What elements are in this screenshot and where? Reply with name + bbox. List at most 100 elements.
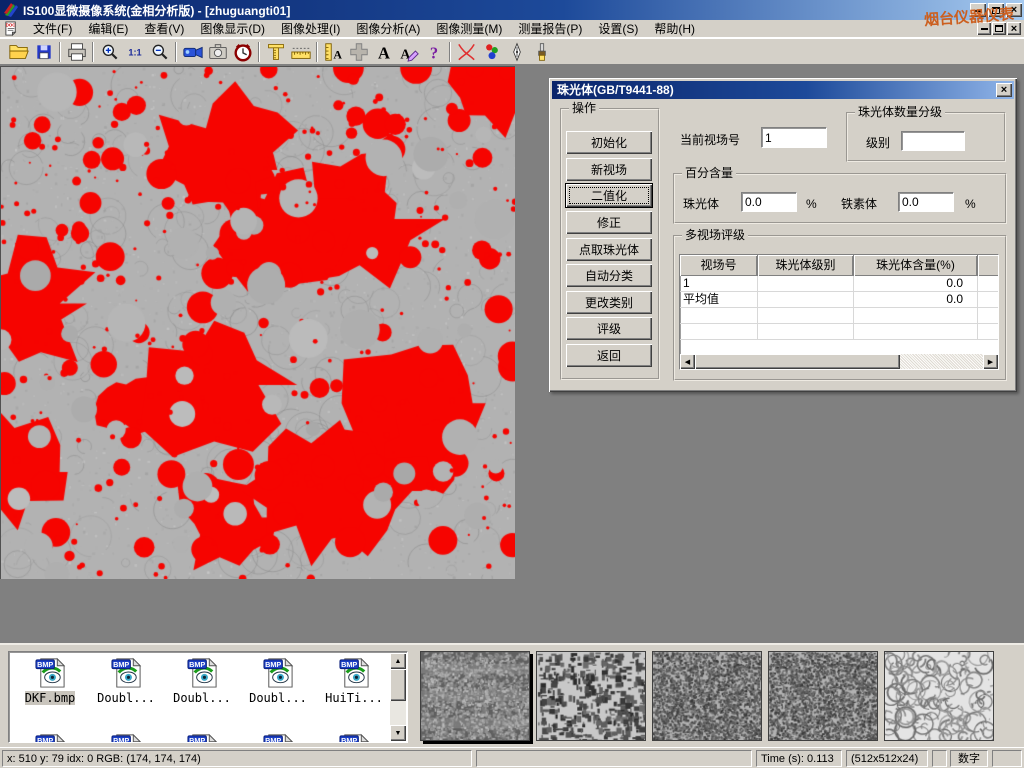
restore-button[interactable] <box>988 3 1004 17</box>
table-row[interactable] <box>680 308 998 324</box>
file-name[interactable]: DKF.bmp <box>25 691 76 705</box>
correct-button[interactable]: 修正 <box>566 211 652 234</box>
timer-button[interactable] <box>230 40 255 64</box>
percent-sign: % <box>806 197 817 211</box>
snapshot-button[interactable] <box>205 40 230 64</box>
table-row[interactable]: 平均值 0.0 <box>680 292 998 308</box>
status-time: Time (s): 0.113 <box>756 750 842 767</box>
file-name[interactable]: HuiTi... <box>325 691 383 705</box>
close-button[interactable]: × <box>1006 3 1022 17</box>
scroll-right-button[interactable]: ▶ <box>983 354 998 369</box>
col-header-ferrite[interactable]: 铁素体 <box>978 255 999 276</box>
new-field-button[interactable]: 新视场 <box>566 158 652 181</box>
menu-help[interactable]: 帮助(H) <box>646 20 703 38</box>
binarize-button[interactable]: 二值化 <box>566 184 652 207</box>
dialog-close-button[interactable]: × <box>996 83 1012 97</box>
scroll-up-button[interactable]: ▲ <box>390 653 406 669</box>
menu-image-analysis[interactable]: 图像分析(A) <box>348 20 428 38</box>
file-item[interactable]: Doubl... <box>241 656 315 705</box>
scroll-left-button[interactable]: ◀ <box>680 354 695 369</box>
rating-table[interactable]: 视场号 珠光体级别 珠光体含量(%) 铁素体 1 0.0 平均值 0.0 <box>679 254 999 370</box>
minimize-button[interactable] <box>970 3 986 17</box>
zoom-in-button[interactable] <box>97 40 122 64</box>
zoom-out-button[interactable] <box>147 40 172 64</box>
thumbnail[interactable] <box>768 651 878 741</box>
file-item[interactable] <box>241 732 315 743</box>
init-button[interactable]: 初始化 <box>566 131 652 154</box>
metallograph-binarized-image[interactable] <box>0 66 515 579</box>
col-header-pearlite[interactable]: 珠光体含量(%) <box>854 255 978 276</box>
cell: 0.0 <box>854 276 978 291</box>
operation-group-label: 操作 <box>569 101 599 115</box>
open-button[interactable] <box>6 40 31 64</box>
current-field-input[interactable] <box>761 127 827 148</box>
table-row[interactable]: 1 0.0 <box>680 276 998 292</box>
scrollbar-thumb[interactable] <box>695 354 900 369</box>
table-row[interactable] <box>680 324 998 340</box>
live-video-button[interactable] <box>180 40 205 64</box>
menu-bar: DOC 文件(F) 编辑(E) 查看(V) 图像显示(D) 图像处理(I) 图像… <box>0 20 1024 38</box>
ferrite-percent-input[interactable] <box>898 192 954 212</box>
thumbnail[interactable] <box>536 651 646 741</box>
curve-tool-icon <box>455 40 478 64</box>
grade-input[interactable] <box>901 131 965 151</box>
return-button[interactable]: 返回 <box>566 344 652 367</box>
file-item[interactable]: HuiTi... <box>317 656 391 705</box>
menu-edit[interactable]: 编辑(E) <box>80 20 136 38</box>
child-restore-button[interactable] <box>992 22 1006 35</box>
print-button[interactable] <box>64 40 89 64</box>
table-horizontal-scrollbar[interactable]: ◀ ▶ <box>680 354 998 369</box>
file-item-selected[interactable]: DKF.bmp <box>13 656 87 705</box>
file-item[interactable] <box>165 732 239 743</box>
file-item[interactable] <box>13 732 87 743</box>
bmp-file-icon <box>262 732 295 743</box>
auto-classify-button[interactable]: 自动分类 <box>566 264 652 287</box>
pearlite-percent-input[interactable] <box>741 192 797 212</box>
menu-measure-report[interactable]: 测量报告(P) <box>510 20 590 38</box>
file-item[interactable]: Doubl... <box>89 656 163 705</box>
rate-button[interactable]: 评级 <box>566 317 652 340</box>
classify-dots-button[interactable] <box>479 40 504 64</box>
menu-settings[interactable]: 设置(S) <box>590 20 646 38</box>
menu-file[interactable]: 文件(F) <box>25 20 80 38</box>
menu-image-measure[interactable]: 图像测量(M) <box>428 20 510 38</box>
thumbnail[interactable] <box>884 651 994 741</box>
thumbnail-selected[interactable] <box>420 651 530 741</box>
ruler-button[interactable] <box>288 40 313 64</box>
move-grid-button[interactable] <box>346 40 371 64</box>
pen-button[interactable] <box>504 40 529 64</box>
file-item[interactable]: Doubl... <box>165 656 239 705</box>
caliper-button[interactable] <box>263 40 288 64</box>
file-name[interactable]: Doubl... <box>173 691 231 705</box>
edit-text-button[interactable]: A <box>396 40 421 64</box>
status-empty-panel <box>992 750 1022 767</box>
help-button[interactable]: ? <box>421 40 446 64</box>
menu-image-process[interactable]: 图像处理(I) <box>273 20 348 38</box>
file-name[interactable]: Doubl... <box>249 691 307 705</box>
menu-image-display[interactable]: 图像显示(D) <box>192 20 273 38</box>
thumbnail[interactable] <box>652 651 762 741</box>
pick-pearlite-button[interactable]: 点取珠光体 <box>566 238 652 261</box>
file-item[interactable] <box>317 732 391 743</box>
menu-view[interactable]: 查看(V) <box>136 20 192 38</box>
child-close-button[interactable]: × <box>1007 22 1021 35</box>
brush-button[interactable] <box>529 40 554 64</box>
actual-size-button[interactable]: 1:1 <box>122 40 147 64</box>
col-header-field[interactable]: 视场号 <box>680 255 758 276</box>
dialog-title-bar[interactable]: 珠光体(GB/T9441-88) × <box>552 81 1014 99</box>
toolbar-separator <box>59 42 61 62</box>
curve-tool-button[interactable] <box>454 40 479 64</box>
scroll-down-button[interactable]: ▼ <box>390 725 406 741</box>
file-list[interactable]: DKF.bmp Doubl... Doubl... Doubl... HuiTi… <box>8 651 408 743</box>
scrollbar-track[interactable] <box>900 354 983 369</box>
change-class-button[interactable]: 更改类别 <box>566 291 652 314</box>
file-item[interactable] <box>89 732 163 743</box>
file-list-scrollbar[interactable]: ▲ ▼ <box>390 653 406 741</box>
col-header-grade[interactable]: 珠光体级别 <box>758 255 854 276</box>
save-button[interactable] <box>31 40 56 64</box>
child-minimize-button[interactable] <box>977 22 991 35</box>
scrollbar-thumb[interactable] <box>390 669 406 701</box>
measure-label-button[interactable]: A <box>321 40 346 64</box>
text-button[interactable]: A <box>371 40 396 64</box>
file-name[interactable]: Doubl... <box>97 691 155 705</box>
